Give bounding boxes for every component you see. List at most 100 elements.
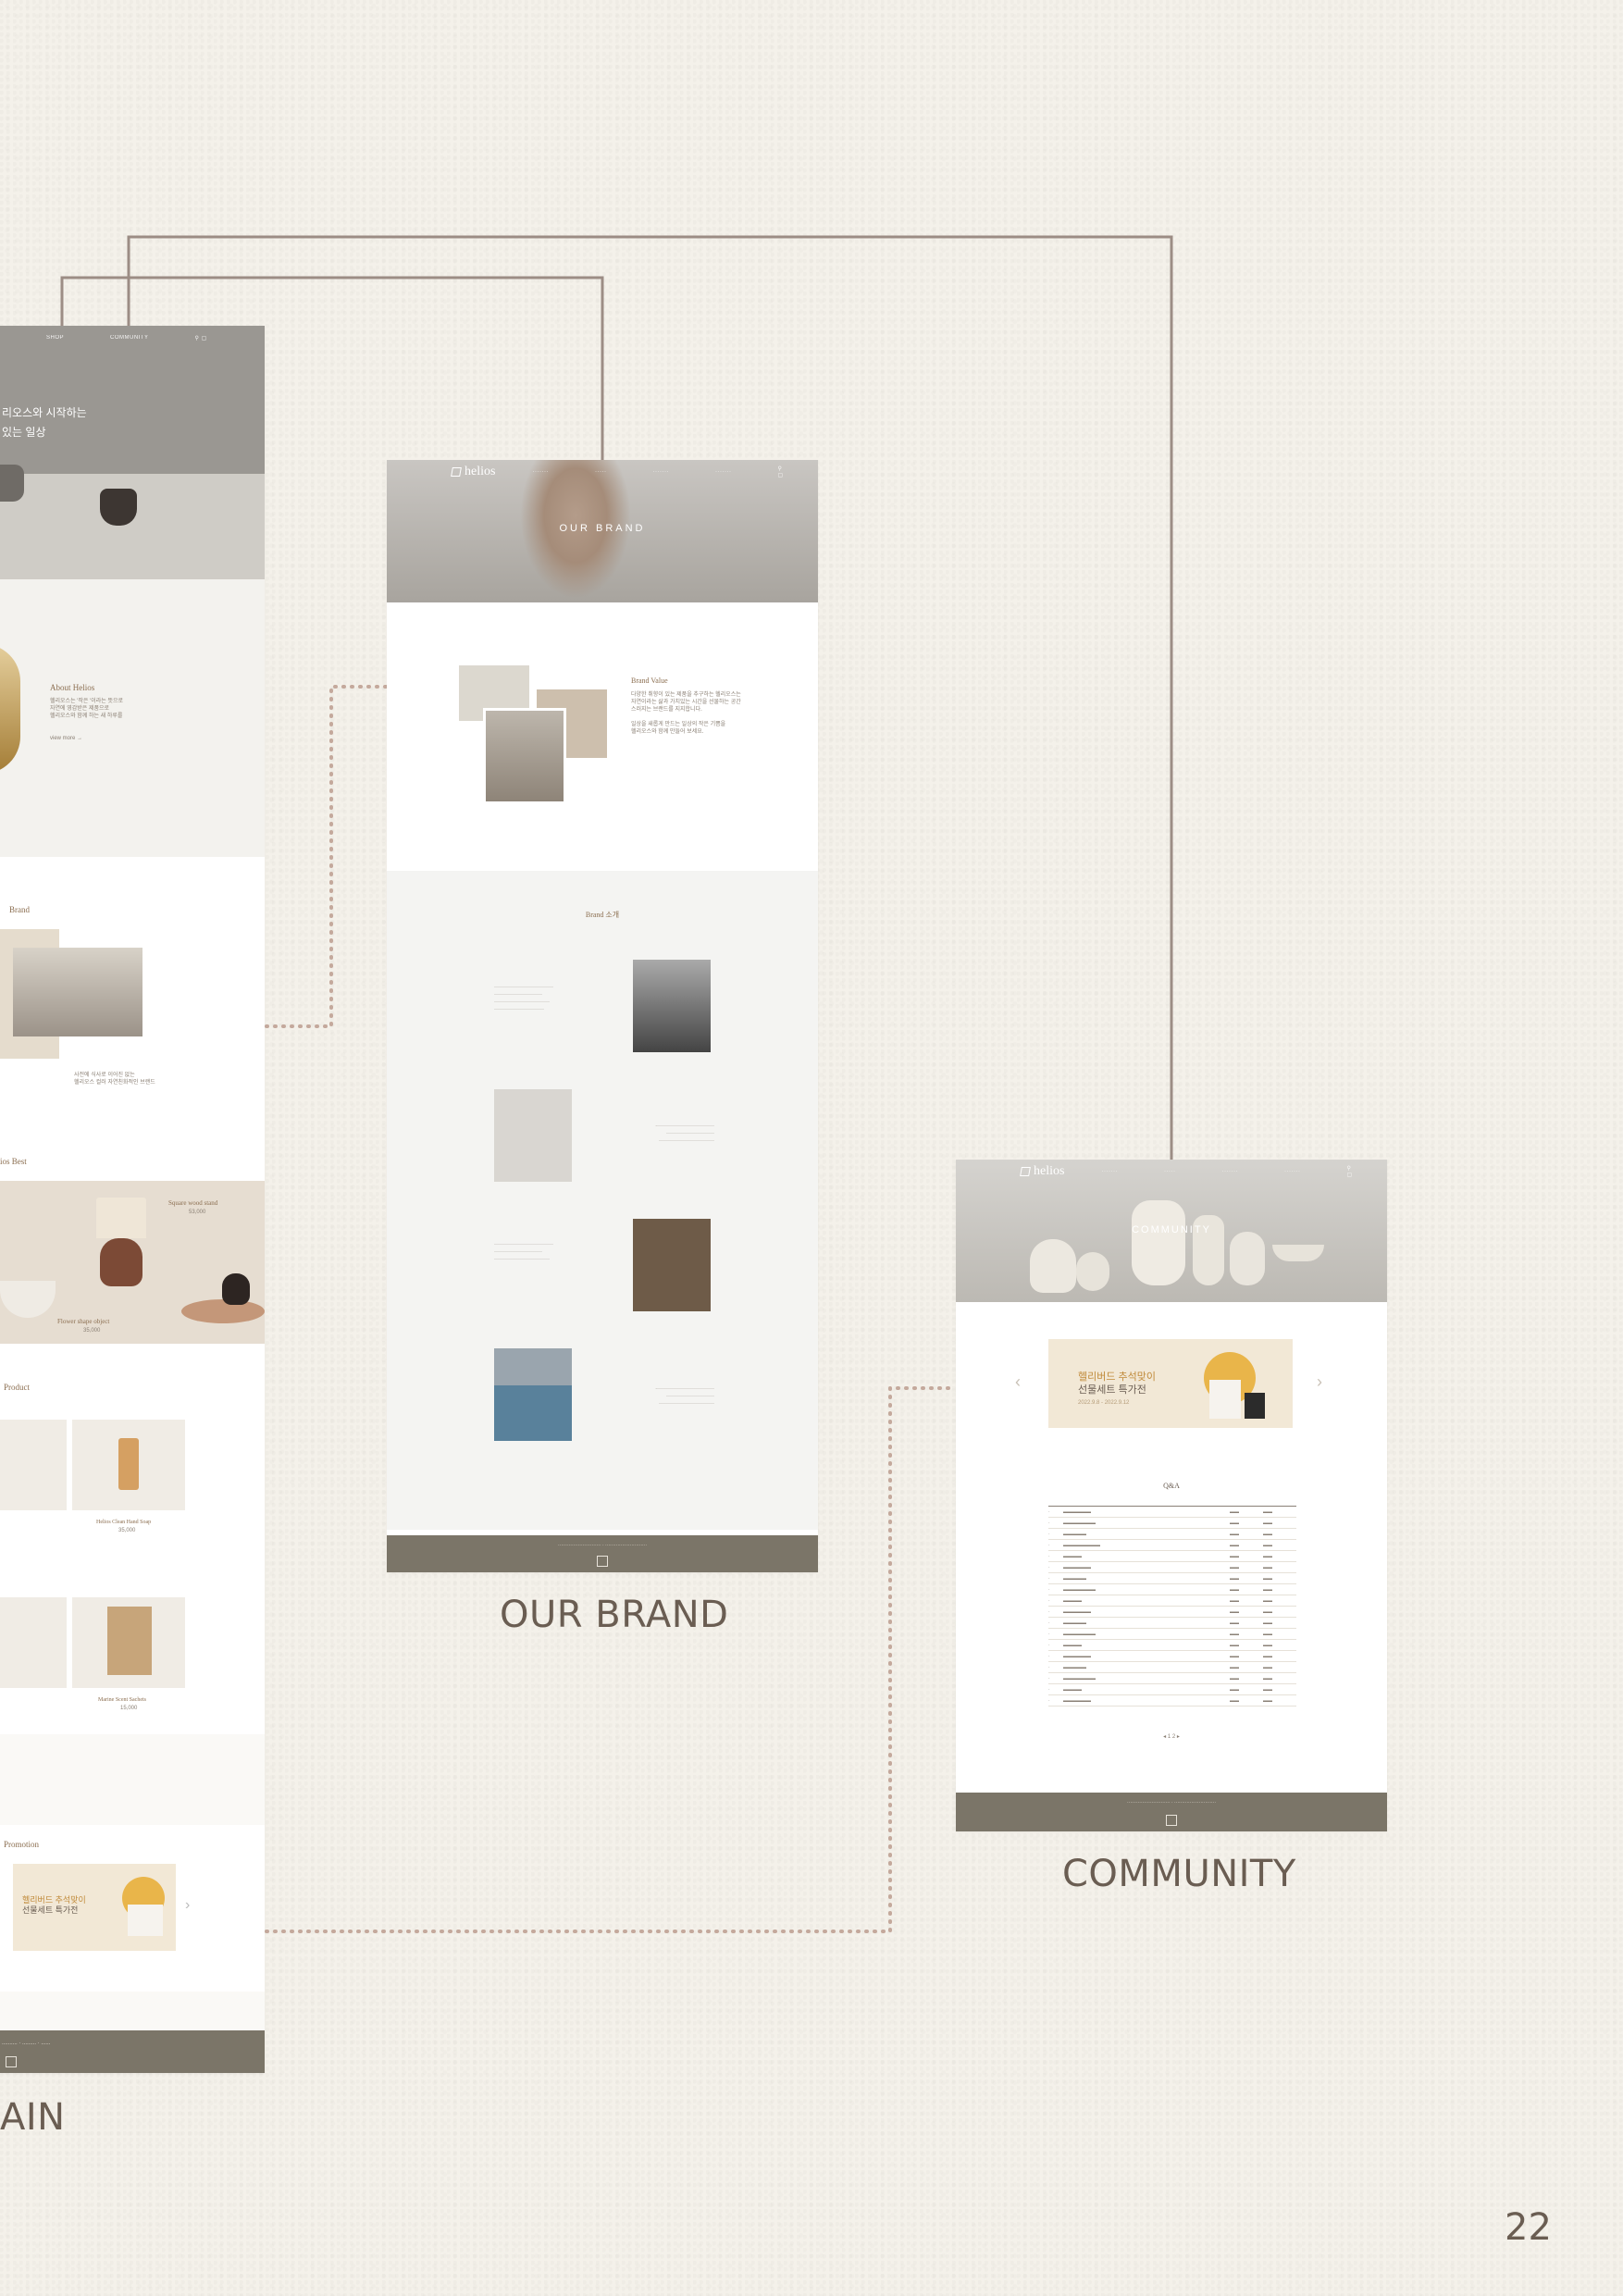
- brand-section-title: Brand: [9, 905, 30, 914]
- table-row[interactable]: · ▬▬▬▬ ▬▬ ▬▬: [1048, 1684, 1296, 1695]
- table-row[interactable]: · ▬▬▬▬▬▬▬ ▬▬ ▬▬: [1048, 1629, 1296, 1640]
- community-nav-link-2[interactable]: ·····: [1164, 1169, 1176, 1174]
- promo-line-2: 선물세트 특가전: [22, 1905, 79, 1915]
- table-row[interactable]: · ▬▬▬▬ ▬▬ ▬▬: [1048, 1595, 1296, 1607]
- qa-title: Q&A: [1163, 1482, 1180, 1490]
- drop-image: [0, 644, 20, 774]
- about-section: About Helios 헬리오스는 '작은 '이라는 뜻으로 자연에 영감받은 …: [0, 579, 265, 857]
- product-plate-image: [0, 1420, 67, 1510]
- promo-line-1: 헬리버드 추석맞이: [22, 1895, 86, 1905]
- brand-footer: ···························· · ·········…: [387, 1535, 818, 1572]
- table-row[interactable]: · ▬▬▬▬▬ ▬▬ ▬▬: [1048, 1618, 1296, 1629]
- product-item-2-name: Marine Scent Sachets: [98, 1697, 146, 1703]
- main-caption: AIN: [0, 2096, 66, 2139]
- vases-image: [1030, 1191, 1324, 1302]
- page-number: 22: [1505, 2206, 1552, 2249]
- table-row[interactable]: · ▬▬▬▬ ▬▬ ▬▬: [1048, 1640, 1296, 1651]
- cup-image: [0, 465, 24, 502]
- table-row[interactable]: · ▬▬▬▬▬▬ ▬▬ ▬▬: [1048, 1695, 1296, 1706]
- dotted-connector-brand: [265, 685, 389, 1028]
- table-row[interactable]: · ▬▬▬▬▬▬▬ ▬▬ ▬▬: [1048, 1673, 1296, 1684]
- best-section: ios Best Square wood stand 53,000 Flower…: [0, 1135, 265, 1364]
- promotion-section-title: Promotion: [4, 1840, 40, 1849]
- community-page-preview: helios ······· ····· ······· ······· ⚲ ▢…: [956, 1160, 1387, 1831]
- main-hero-line-1: 리오스와 시작하는: [2, 406, 87, 419]
- table-row[interactable]: · ▬▬▬▬▬▬▬ ▬▬ ▬▬: [1048, 1518, 1296, 1529]
- community-logo[interactable]: helios: [1020, 1164, 1064, 1179]
- brand-hero-title: OUR BRAND: [559, 523, 646, 534]
- brand-nav-link-4[interactable]: ·······: [715, 469, 732, 475]
- community-nav-link-4[interactable]: ·······: [1284, 1169, 1301, 1174]
- community-prev-icon[interactable]: ‹: [1015, 1372, 1021, 1392]
- user-icon[interactable]: ⚲ ▢: [195, 335, 207, 341]
- intro-photo-3: [633, 1219, 711, 1311]
- best-banner: Square wood stand 53,000 Flower shape ob…: [0, 1181, 265, 1344]
- intro-photo-4: [494, 1348, 572, 1441]
- table-row[interactable]: · ▬▬▬▬▬▬ ▬▬ ▬▬: [1048, 1651, 1296, 1662]
- community-footer-logo-icon: [1166, 1815, 1177, 1826]
- table-row[interactable]: · ▬▬▬▬▬▬ ▬▬ ▬▬: [1048, 1607, 1296, 1618]
- table-row[interactable]: · ▬▬▬▬▬ ▬▬ ▬▬: [1048, 1662, 1296, 1673]
- table-row[interactable]: · ▬▬▬▬▬▬▬▬ ▬▬ ▬▬: [1048, 1540, 1296, 1551]
- brand-hero: helios ······· ····· ······· ······· ⚲ ▢…: [387, 460, 818, 602]
- product-diffuser-image: [0, 1597, 67, 1688]
- brand-footer-logo-icon: [597, 1556, 608, 1567]
- product-item-1-price: 35,000: [118, 1528, 136, 1533]
- promo-next-icon[interactable]: ›: [185, 1897, 190, 1914]
- product-section-title: Product: [4, 1383, 30, 1392]
- about-title: About Helios: [50, 683, 95, 692]
- table-row[interactable]: · ▬▬▬▬▬▬ ▬▬ ▬▬: [1048, 1507, 1296, 1518]
- community-hero: helios ······· ····· ······· ······· ⚲ ▢…: [956, 1160, 1387, 1302]
- about-more-link[interactable]: view more →: [50, 735, 82, 742]
- product-soap-image: [72, 1420, 185, 1510]
- tableware-image: [13, 948, 142, 1036]
- community-banner-line-1: 헬리버드 추석맞이: [1078, 1371, 1157, 1383]
- promotion-section: Promotion 헬리버드 추석맞이 선물세트 특가전 ›: [0, 1825, 265, 1992]
- qa-table: · ▬▬▬▬▬▬ ▬▬ ▬▬ · ▬▬▬▬▬▬▬ ▬▬ ▬▬ · ▬▬▬▬▬ ▬▬ ▬▬ · ▬▬▬…: [1048, 1506, 1296, 1706]
- table-row[interactable]: · ▬▬▬▬▬▬▬ ▬▬ ▬▬: [1048, 1584, 1296, 1595]
- promotion-banner[interactable]: 헬리버드 추석맞이 선물세트 특가전: [13, 1864, 176, 1951]
- community-banner[interactable]: 헬리버드 추석맞이 선물세트 특가전 2022.9.8 - 2022.9.12: [1048, 1339, 1293, 1428]
- product-section: Product Helios Clean Hand Soap 35,000 Ma…: [0, 1364, 265, 1734]
- brand-intro-title: Brand 소개: [585, 911, 620, 919]
- table-row[interactable]: · ▬▬▬▬▬ ▬▬ ▬▬: [1048, 1529, 1296, 1540]
- brand-value-section: Brand Value 다양한 취향이 있는 제품을 추구하는 헬리오스는 자연이…: [387, 602, 818, 871]
- brand-nav-link-3[interactable]: ·······: [652, 469, 669, 475]
- table-row[interactable]: · ▬▬▬▬ ▬▬ ▬▬: [1048, 1551, 1296, 1562]
- brand-nav-link-2[interactable]: ·····: [595, 469, 607, 475]
- intro-photo-1: [633, 960, 711, 1052]
- brand-nav: helios ······· ····· ······· ······· ⚲ ▢: [387, 460, 818, 484]
- main-nav: SHOP COMMUNITY ⚲ ▢: [0, 326, 265, 350]
- product-sachet-image: [72, 1597, 185, 1688]
- brand-caption: OUR BRAND: [500, 1594, 729, 1636]
- main-page-preview: SHOP COMMUNITY ⚲ ▢ 리오스와 시작하는 있는 일상 About…: [0, 326, 265, 2073]
- product-item-2-price: 15,000: [120, 1706, 138, 1711]
- cart-icon[interactable]: ⚲ ▢: [777, 465, 783, 478]
- brand-value-photo-3: [483, 708, 566, 804]
- community-banner-line-2: 선물세트 특가전: [1078, 1384, 1146, 1396]
- main-nav-shop[interactable]: SHOP: [46, 335, 64, 341]
- table-row[interactable]: · ▬▬▬▬▬▬ ▬▬ ▬▬: [1048, 1562, 1296, 1573]
- community-footer: ···························· · ·········…: [956, 1793, 1387, 1831]
- community-hero-title: COMMUNITY: [1132, 1224, 1211, 1235]
- community-nav-link-3[interactable]: ·······: [1221, 1169, 1238, 1174]
- community-nav: helios ······· ····· ······· ······· ⚲ ▢: [956, 1160, 1387, 1184]
- table-row[interactable]: · ▬▬▬▬▬ ▬▬ ▬▬: [1048, 1573, 1296, 1584]
- main-nav-community[interactable]: COMMUNITY: [110, 335, 149, 341]
- brand-logo[interactable]: helios: [451, 465, 495, 479]
- brand-intro-section: Brand 소개 ·······························…: [387, 871, 818, 1530]
- best-item-1-price: 53,000: [189, 1210, 206, 1215]
- main-hero: SHOP COMMUNITY ⚲ ▢ 리오스와 시작하는 있는 일상: [0, 326, 265, 579]
- qa-pagination[interactable]: ◂ 1 2 ▸: [956, 1733, 1387, 1741]
- main-hero-line-2: 있는 일상: [2, 426, 46, 439]
- best-item-2-name: Flower shape object: [57, 1318, 110, 1325]
- community-banner-dates: 2022.9.8 - 2022.9.12: [1078, 1400, 1130, 1406]
- brand-nav-link-1[interactable]: ·······: [532, 469, 549, 475]
- community-cart-icon[interactable]: ⚲ ▢: [1346, 1165, 1352, 1178]
- brand-section: Brand 사전에 식사로 이어진 없는 헬리오스 컬러 자연친화적인 브랜드: [0, 857, 265, 1135]
- main-footer: .......... · ......... · ......: [0, 2030, 265, 2073]
- community-next-icon[interactable]: ›: [1317, 1372, 1322, 1392]
- best-section-title: ios Best: [0, 1157, 27, 1166]
- community-nav-link-1[interactable]: ·······: [1101, 1169, 1118, 1174]
- product-item-1-name: Helios Clean Hand Soap: [96, 1520, 152, 1525]
